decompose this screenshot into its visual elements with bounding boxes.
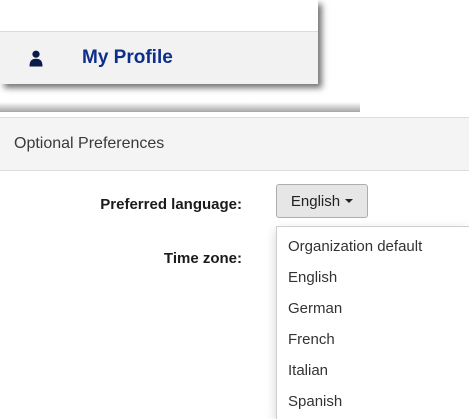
my-profile-label: My Profile [82, 47, 173, 68]
language-option[interactable]: English [277, 262, 469, 293]
caret-down-icon [345, 199, 354, 203]
user-icon [28, 49, 44, 67]
section-title: Optional Preferences [14, 135, 165, 152]
language-dropdown-button[interactable]: English [276, 184, 368, 218]
time-zone-label: Time zone: [163, 250, 242, 267]
language-option[interactable]: Italian [277, 355, 469, 386]
language-selected-value: English [290, 192, 341, 210]
profile-menu: My Profile [0, 0, 318, 84]
language-option[interactable]: Organization default [277, 231, 469, 262]
section-header: Optional Preferences [0, 117, 469, 171]
language-option[interactable]: German [277, 293, 469, 324]
preferred-language-label: Preferred language: [100, 196, 242, 213]
language-dropdown-menu: Organization default English German Fren… [276, 226, 469, 419]
panel-shadow [0, 102, 360, 112]
language-option[interactable]: Spanish [277, 386, 469, 417]
language-option[interactable]: French [277, 324, 469, 355]
my-profile-menu-item[interactable]: My Profile [0, 32, 318, 84]
